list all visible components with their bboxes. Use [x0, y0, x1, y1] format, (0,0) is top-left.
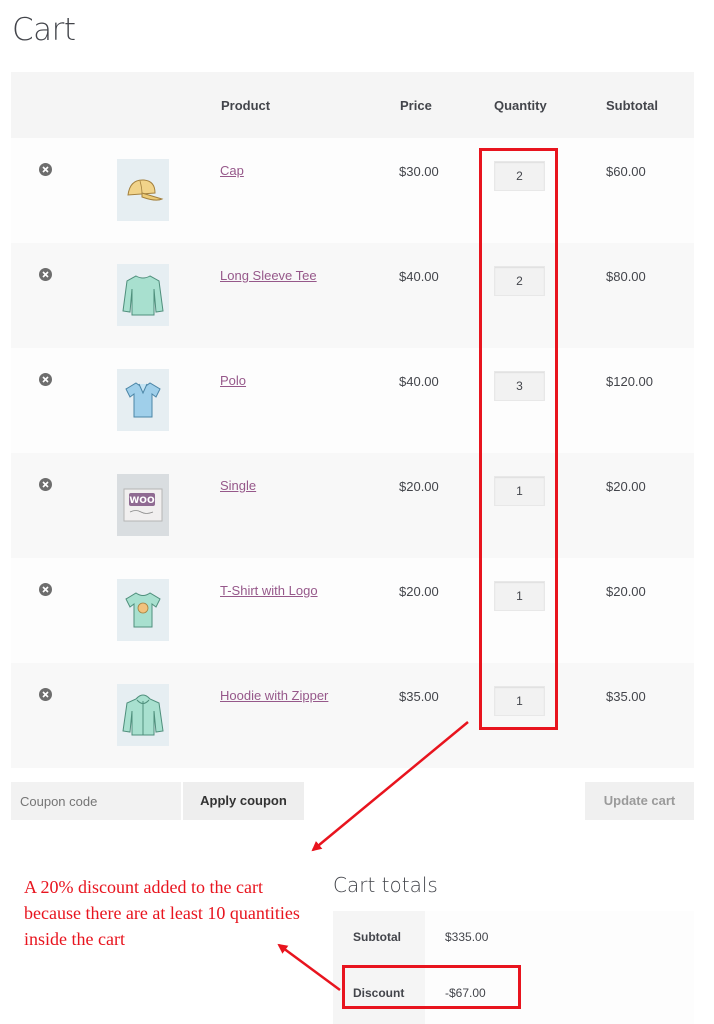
polo-icon[interactable]	[117, 369, 169, 431]
product-subtotal: $80.00	[606, 269, 646, 284]
cart-totals-title: Cart totals	[333, 873, 438, 897]
remove-item-icon[interactable]	[39, 688, 52, 701]
totals-subtotal-row: Subtotal $335.00	[333, 911, 694, 963]
discount-highlight-box	[342, 965, 521, 1009]
update-cart-button[interactable]: Update cart	[585, 782, 694, 820]
remove-item-icon[interactable]	[39, 373, 52, 386]
product-subtotal: $120.00	[606, 374, 653, 389]
product-subtotal: $20.00	[606, 584, 646, 599]
product-subtotal: $20.00	[606, 479, 646, 494]
product-price: $20.00	[399, 479, 439, 494]
remove-item-icon[interactable]	[39, 268, 52, 281]
product-link[interactable]: Single	[220, 478, 256, 493]
svg-text:WOO: WOO	[129, 496, 155, 506]
product-link[interactable]: Cap	[220, 163, 244, 178]
product-subtotal: $60.00	[606, 164, 646, 179]
table-row: Polo $40.00 3 $120.00	[11, 348, 694, 453]
product-price: $40.00	[399, 374, 439, 389]
product-price: $30.00	[399, 164, 439, 179]
table-header: Product Price Quantity Subtotal	[11, 72, 694, 138]
remove-item-icon[interactable]	[39, 478, 52, 491]
header-subtotal: Subtotal	[606, 98, 658, 113]
header-quantity: Quantity	[494, 98, 547, 113]
remove-item-icon[interactable]	[39, 583, 52, 596]
cart-table: Product Price Quantity Subtotal Cap $30.…	[11, 72, 694, 768]
page-title: Cart	[12, 12, 76, 48]
hoodie-icon[interactable]	[117, 684, 169, 746]
tshirt-icon[interactable]	[117, 579, 169, 641]
product-link[interactable]: Hoodie with Zipper	[220, 688, 328, 703]
header-price: Price	[400, 98, 432, 113]
table-row: WOO Single $20.00 1 $20.00	[11, 453, 694, 558]
table-row: Long Sleeve Tee $40.00 2 $80.00	[11, 243, 694, 348]
header-product: Product	[221, 98, 271, 113]
coupon-code-input[interactable]	[11, 782, 181, 820]
annotation-note: A 20% discount added to the cart because…	[24, 877, 300, 949]
cap-icon[interactable]	[117, 159, 169, 221]
quantity-highlight-box	[479, 148, 558, 730]
totals-subtotal-value: $335.00	[445, 930, 489, 944]
product-link[interactable]: T-Shirt with Logo	[220, 583, 318, 598]
table-row: Cap $30.00 2 $60.00	[11, 138, 694, 243]
totals-subtotal-label: Subtotal	[353, 930, 401, 944]
product-link[interactable]: Long Sleeve Tee	[220, 268, 317, 283]
product-price: $35.00	[399, 689, 439, 704]
woo-single-icon[interactable]: WOO	[117, 474, 169, 536]
remove-item-icon[interactable]	[39, 163, 52, 176]
table-row: T-Shirt with Logo $20.00 1 $20.00	[11, 558, 694, 663]
apply-coupon-button[interactable]: Apply coupon	[183, 782, 304, 820]
product-price: $20.00	[399, 584, 439, 599]
product-subtotal: $35.00	[606, 689, 646, 704]
product-price: $40.00	[399, 269, 439, 284]
table-row: Hoodie with Zipper $35.00 1 $35.00	[11, 663, 694, 768]
product-link[interactable]: Polo	[220, 373, 246, 388]
long-sleeve-icon[interactable]	[117, 264, 169, 326]
